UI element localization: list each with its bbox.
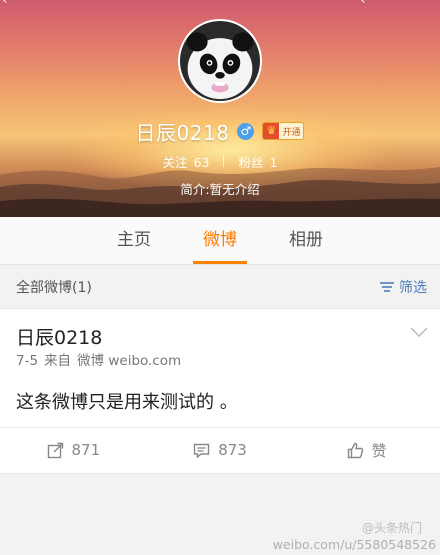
post-date: 7-5 <box>16 353 39 369</box>
filter-bar: 全部微博(1) 筛选 <box>0 270 440 304</box>
watermark-handle: @头条热门 <box>361 521 422 535</box>
repost-count: 871 <box>71 441 101 459</box>
tab-home[interactable]: 主页 <box>91 217 177 264</box>
follow-count: 63 <box>193 154 210 170</box>
like-label: 赞 <box>371 441 387 460</box>
gender-male-icon: ♂ <box>237 122 255 140</box>
tab-album[interactable]: 相册 <box>263 217 349 264</box>
like-button[interactable]: 赞 <box>293 428 440 472</box>
vip-badge[interactable]: ♛ 开通 <box>262 122 305 140</box>
all-weibo-label[interactable]: 全部微博(1) <box>16 277 92 297</box>
panda-avatar-icon <box>180 21 260 101</box>
post-username[interactable]: 日辰0218 <box>16 323 102 350</box>
vip-label: 开通 <box>282 127 301 138</box>
profile-name-row: 日辰0218 ♂ ♛ 开通 <box>0 117 440 145</box>
profile-intro: 简介:暂无介绍 <box>180 182 260 197</box>
comment-icon <box>193 443 210 459</box>
post-meta: 7-5 来自 微博 weibo.com <box>16 349 187 369</box>
follow-label: 关注 <box>162 154 188 170</box>
filter-label: 筛选 <box>399 280 427 296</box>
post-actions: 871 873 赞 <box>0 427 440 472</box>
post-card[interactable]: 日辰0218 7-5 来自 微博 weibo.com 这条微博只是用来测试的 。 8… <box>0 308 440 474</box>
repost-icon <box>47 442 63 458</box>
filter-icon <box>380 282 394 292</box>
like-icon <box>347 442 363 458</box>
comment-button[interactable]: 873 <box>147 428 294 472</box>
repost-button[interactable]: 871 <box>0 428 147 472</box>
fans-label: 粉丝 <box>238 154 264 170</box>
more-icon[interactable]: ‹ <box>360 0 374 8</box>
vip-crown-icon: ♛ <box>263 123 280 139</box>
profile-stats: 关注 63 粉丝 1 <box>0 152 440 170</box>
stats-divider <box>223 155 225 167</box>
comment-count: 873 <box>218 441 247 459</box>
tab-weibo[interactable]: 微博 <box>177 217 263 264</box>
fans-count: 1 <box>269 154 278 170</box>
back-icon[interactable]: ‹ <box>2 0 16 8</box>
post-source-prefix: 来自 <box>44 353 72 369</box>
follow-stat[interactable]: 关注 63 <box>163 152 210 171</box>
avatar[interactable] <box>178 19 262 103</box>
profile-tabs: 主页 微博 相册 <box>0 217 440 265</box>
filter-button[interactable]: 筛选 <box>379 277 427 297</box>
profile-name: 日辰0218 <box>135 120 230 145</box>
watermark-url: weibo.com/u/5580548526 <box>272 537 436 552</box>
post-source: 微博 weibo.com <box>77 353 182 369</box>
chevron-down-icon[interactable] <box>410 327 428 337</box>
fans-stat[interactable]: 粉丝 1 <box>238 152 277 171</box>
post-text: 这条微博只是用来测试的 。 <box>16 392 238 413</box>
